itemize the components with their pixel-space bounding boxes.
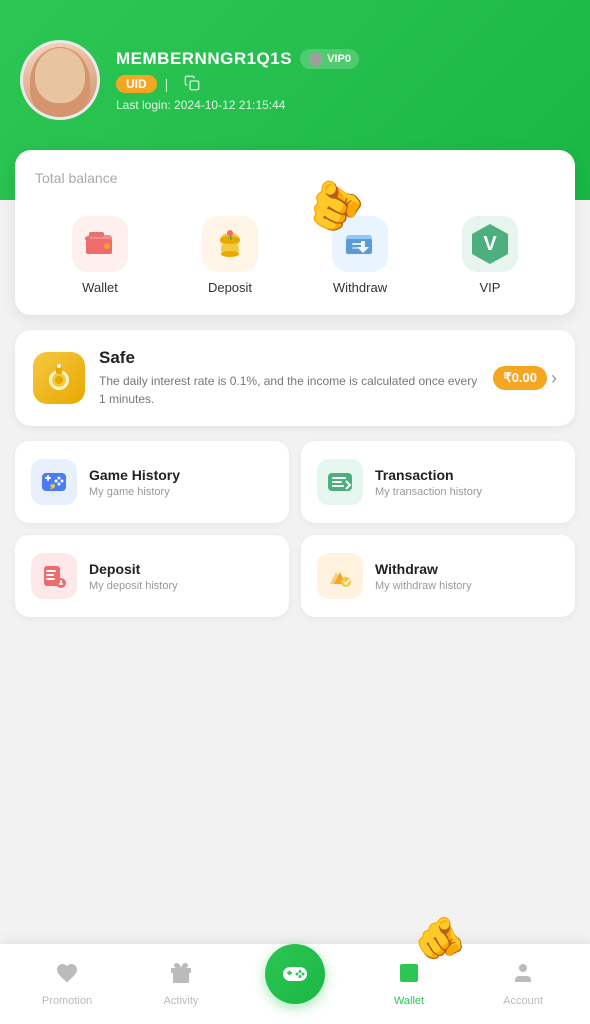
gamepad-icon: [281, 960, 309, 988]
grid-item-game-history[interactable]: $ Game History My game history: [15, 441, 289, 523]
withdraw-history-icon: [317, 553, 363, 599]
account-icon: [511, 961, 535, 991]
grid-item-withdraw-history[interactable]: Withdraw My withdraw history: [301, 535, 575, 617]
safe-title: Safe: [99, 348, 479, 368]
deposit-history-title: Deposit: [89, 561, 178, 577]
transaction-title: Transaction: [375, 467, 482, 483]
safe-card[interactable]: Safe The daily interest rate is 0.1%, an…: [15, 330, 575, 426]
nav-wallet-svg: [397, 961, 421, 985]
game-icon-svg: $: [40, 468, 68, 496]
nav-item-account[interactable]: Account: [466, 953, 580, 1015]
nav-account-label: Account: [503, 995, 543, 1007]
withdraw-icon-wrap: [332, 216, 388, 272]
uid-divider: |: [165, 76, 169, 92]
safe-content: Safe The daily interest rate is 0.1%, an…: [99, 348, 479, 408]
safe-icon: [33, 352, 85, 404]
game-history-icon: $: [31, 459, 77, 505]
gift-icon: [169, 961, 193, 985]
game-history-subtitle: My game history: [89, 486, 180, 498]
safe-amount-value: ₹0.00: [493, 366, 547, 390]
nav-activity-label: Activity: [164, 995, 199, 1007]
action-withdraw[interactable]: Withdraw: [332, 216, 388, 295]
withdraw-icon: [343, 227, 377, 261]
wallet-icon-wrap: [72, 216, 128, 272]
transaction-text: Transaction My transaction history: [375, 467, 482, 498]
shield-icon: [308, 51, 324, 67]
deposit-icon: [213, 227, 247, 261]
withdraw-history-subtitle: My withdraw history: [375, 580, 472, 592]
user-icon: [511, 961, 535, 985]
grid-item-deposit[interactable]: Deposit My deposit history: [15, 535, 289, 617]
vip-hex-icon: V: [470, 224, 510, 264]
activity-icon: [169, 961, 193, 991]
last-login: Last login: 2024-10-12 21:15:44: [116, 98, 570, 112]
action-wallet[interactable]: Wallet: [72, 216, 128, 295]
action-deposit[interactable]: Deposit: [202, 216, 258, 295]
vip-icon-wrap: V: [462, 216, 518, 272]
action-icons: 🫵 Wallet: [35, 206, 555, 295]
withdraw-history-title: Withdraw: [375, 561, 472, 577]
safe-amount[interactable]: ₹0.00 ›: [493, 366, 557, 390]
action-vip-label: VIP: [480, 280, 501, 295]
action-deposit-label: Deposit: [208, 280, 252, 295]
nav-item-promotion[interactable]: Promotion: [10, 953, 124, 1015]
wallet-icon: [83, 227, 117, 261]
balance-card: Total balance 🫵 Wallet: [15, 150, 575, 315]
game-history-text: Game History My game history: [89, 467, 180, 498]
vip-level: VIP0: [327, 53, 351, 65]
promotion-icon: [55, 961, 79, 991]
transaction-icon: [317, 459, 363, 505]
heart-icon: [55, 961, 79, 985]
uid-label: UID: [116, 75, 157, 93]
nav-item-activity[interactable]: Activity: [124, 953, 238, 1015]
nav-wallet-label: Wallet: [394, 995, 424, 1007]
action-vip[interactable]: V VIP: [462, 216, 518, 295]
deposit-history-icon: [31, 553, 77, 599]
balance-label: Total balance: [35, 170, 555, 186]
nav-item-wallet[interactable]: Wallet 🫵: [352, 953, 466, 1015]
copy-icon[interactable]: [184, 75, 200, 94]
deposit-history-subtitle: My deposit history: [89, 580, 178, 592]
vip-badge: VIP0: [300, 49, 359, 69]
hand-pointer-bottom: 🫵: [411, 911, 471, 968]
safe-inner-icon: [43, 362, 75, 394]
username: MEMBERNNGR1Q1S: [116, 49, 292, 69]
nav-center: [238, 964, 352, 1004]
nav-promotion-label: Promotion: [42, 995, 92, 1007]
user-info: MEMBERNNGR1Q1S VIP0 UID |: [116, 49, 570, 112]
action-withdraw-label: Withdraw: [333, 280, 387, 295]
deposit-icon-wrap: [202, 216, 258, 272]
grid-item-transaction[interactable]: Transaction My transaction history: [301, 441, 575, 523]
action-wallet-label: Wallet: [82, 280, 118, 295]
transaction-icon-svg: [326, 468, 354, 496]
transaction-subtitle: My transaction history: [375, 486, 482, 498]
deposit-history-text: Deposit My deposit history: [89, 561, 178, 592]
safe-desc: The daily interest rate is 0.1%, and the…: [99, 372, 479, 408]
withdraw-history-icon-svg: [326, 562, 354, 590]
nav-game-button[interactable]: [265, 944, 325, 1004]
safe-arrow-icon: ›: [551, 368, 557, 389]
nav-wallet-icon: [397, 961, 421, 991]
withdraw-history-text: Withdraw My withdraw history: [375, 561, 472, 592]
avatar[interactable]: [20, 40, 100, 120]
game-history-title: Game History: [89, 467, 180, 483]
grid-menu: $ Game History My game history Transacti…: [15, 441, 575, 617]
deposit-history-icon-svg: [40, 562, 68, 590]
bottom-nav: Promotion Activity: [0, 944, 590, 1024]
